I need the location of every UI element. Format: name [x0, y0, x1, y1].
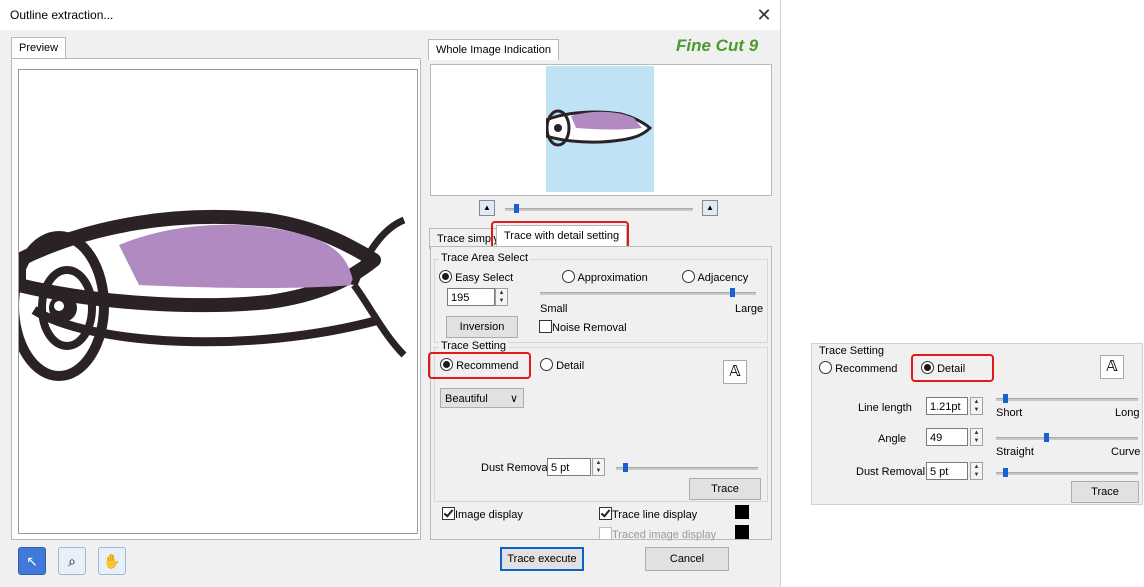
large-label: Large [735, 303, 764, 315]
image-display-checkbox[interactable]: Image display [442, 507, 523, 521]
dust-removal-spinner[interactable]: ▲ ▼ [592, 458, 605, 476]
trace-area-label: Trace Area Select [439, 252, 531, 264]
inset-recommend-radio[interactable]: Recommend [819, 361, 897, 375]
zoom-out-icon[interactable]: ▲ [479, 200, 495, 216]
zoom-slider-track[interactable] [505, 208, 693, 211]
zoom-in-icon[interactable]: ▲ [702, 200, 718, 216]
inversion-button[interactable]: Inversion [446, 316, 518, 338]
trace-line-display-checkbox[interactable]: Trace line display [599, 507, 697, 521]
style-select[interactable]: Beautiful ∨ [440, 388, 524, 408]
title-bar [0, 0, 780, 30]
angle-label: Angle [878, 433, 907, 445]
angle-track[interactable] [996, 437, 1138, 440]
area-slider-track[interactable] [540, 292, 756, 295]
dust-slider-thumb[interactable] [623, 463, 628, 472]
zoom-slider-thumb[interactable] [514, 204, 519, 213]
noise-removal-checkbox[interactable]: Noise Removal [539, 320, 627, 334]
font-a-icon[interactable]: 𝔸 [723, 360, 747, 384]
small-label: Small [540, 303, 568, 315]
highlight-trace-detail [491, 221, 629, 249]
close-icon[interactable]: ✕ [752, 4, 776, 26]
approximation-radio[interactable]: Approximation [562, 270, 648, 284]
dust-slider-track[interactable] [616, 467, 758, 470]
long-label: Long [1115, 407, 1140, 419]
area-slider-thumb[interactable] [730, 288, 735, 297]
magnifier-icon[interactable]: ⌕ [58, 547, 86, 575]
inset-dust-removal-input[interactable]: 5 pt [926, 462, 968, 480]
preview-canvas [18, 69, 418, 534]
highlight-detail [911, 354, 994, 382]
inset-dust-track[interactable] [996, 472, 1138, 475]
line-length-input[interactable]: 1.21pt [926, 397, 968, 415]
dust-removal-input[interactable]: 5 pt [547, 458, 591, 476]
highlight-recommend [428, 352, 531, 379]
easy-select-value-input[interactable]: 195 [447, 288, 495, 306]
easy-select-spinner[interactable]: ▲ ▼ [495, 288, 508, 306]
adjacency-radio[interactable]: Adjacency [682, 270, 748, 284]
angle-input[interactable]: 49 [926, 428, 968, 446]
finecut-logo: Fine Cut 9 [676, 36, 759, 55]
tab-preview[interactable]: Preview [11, 37, 67, 58]
hand-icon[interactable]: ✋ [98, 547, 126, 575]
inset-dust-removal-spinner[interactable]: ▲ ▼ [970, 462, 983, 480]
fish-image [19, 210, 407, 381]
easy-select-radio[interactable]: Easy Select [439, 270, 513, 284]
window-title: Outline extraction... [10, 8, 114, 22]
thumbnail-image [544, 66, 654, 192]
dust-removal-label: Dust Removal [481, 462, 551, 474]
curve-label: Curve [1111, 446, 1141, 458]
chevron-down-icon: ∨ [509, 393, 518, 405]
angle-spinner[interactable]: ▲ ▼ [970, 428, 983, 446]
line-length-track[interactable] [996, 398, 1138, 401]
trace-button[interactable]: Trace [689, 478, 761, 500]
inset-group-label: Trace Setting [819, 345, 885, 357]
traced-image-display-checkbox[interactable]: Traced image display [599, 527, 716, 541]
cancel-button[interactable]: Cancel [645, 547, 729, 571]
trace-line-color-swatch[interactable] [735, 505, 749, 519]
pointer-icon[interactable]: ↖ [18, 547, 46, 575]
line-length-thumb[interactable] [1003, 394, 1008, 403]
inset-dust-thumb[interactable] [1003, 468, 1008, 477]
line-length-label: Line length [858, 402, 912, 414]
trace-setting-label: Trace Setting [439, 340, 509, 352]
traced-image-color-swatch[interactable] [735, 525, 749, 539]
short-label: Short [996, 407, 1023, 419]
detail-radio[interactable]: Detail [540, 358, 584, 372]
inset-dust-removal-label: Dust Removal [856, 466, 926, 478]
inset-font-a-icon[interactable]: 𝔸 [1100, 355, 1124, 379]
line-length-spinner[interactable]: ▲ ▼ [970, 397, 983, 415]
straight-label: Straight [996, 446, 1034, 458]
trace-execute-button[interactable]: Trace execute [500, 547, 584, 571]
tab-whole-image[interactable]: Whole Image Indication [428, 39, 559, 60]
angle-thumb[interactable] [1044, 433, 1049, 442]
inset-trace-button[interactable]: Trace [1071, 481, 1139, 503]
thumbnail-fish [544, 109, 653, 147]
